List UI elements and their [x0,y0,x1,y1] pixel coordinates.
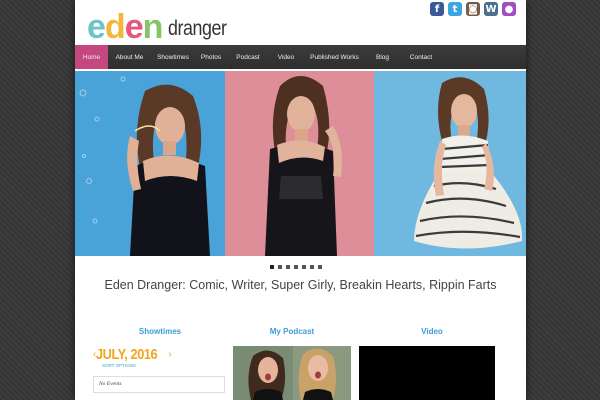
hero-photo-2 [225,71,374,256]
calendar-next-icon[interactable]: › [168,349,171,360]
slider-dot[interactable] [310,265,314,269]
main-nav: Home About Me Showtimes Photos Podcast Video P… [75,45,526,69]
page-background-left [0,0,75,400]
site-tagline: Eden Dranger: Comic, Writer, Super Girly… [104,278,497,292]
no-events-box: No Events [93,376,225,393]
slider-pagination [270,265,322,269]
site-page: eden dranger f t ◙ W ● Home About Me Showtimes… [75,0,526,400]
calendar-month: JULY, 2016 [96,346,158,363]
logo-dranger: dranger [168,17,227,40]
logo-letter: n [142,8,164,46]
site-header: eden dranger f t ◙ W ● [75,0,526,45]
nav-item-podcast[interactable]: Podcast [227,45,269,69]
video-heading[interactable]: Video [372,327,492,336]
social-icons: f t ◙ W ● [430,2,516,16]
hero-slider[interactable] [75,71,526,256]
podcast-icon[interactable]: ● [502,2,516,16]
showtimes-heading[interactable]: Showtimes [100,327,220,336]
nav-item-about-me[interactable]: About Me [108,45,151,69]
facebook-icon[interactable]: f [430,2,444,16]
wordpress-icon[interactable]: W [484,2,498,16]
sort-options-link[interactable]: SORT OPTIONS [102,363,136,368]
calendar-header: ‹ JULY, 2016 › [93,346,172,363]
video-player[interactable] [359,346,495,400]
slider-dot[interactable] [302,265,306,269]
site-logo[interactable]: eden dranger [87,6,237,44]
logo-letter: e [87,8,106,46]
slider-dot[interactable] [318,265,322,269]
page-background-right [526,0,600,400]
nav-item-video[interactable]: Video [269,45,303,69]
instagram-icon[interactable]: ◙ [466,2,480,16]
nav-item-published-works[interactable]: Published Works [303,45,366,69]
logo-eden: eden [87,8,164,46]
slider-dot[interactable] [270,265,274,269]
hero-photo-1 [75,71,225,256]
nav-item-home[interactable]: Home [75,45,108,69]
logo-letter: e [124,8,144,46]
hero-photo-3 [374,71,526,256]
nav-item-showtimes[interactable]: Showtimes [151,45,195,69]
nav-item-contact[interactable]: Contact [399,45,443,69]
slider-dot[interactable] [278,265,282,269]
slider-dot[interactable] [294,265,298,269]
nav-item-blog[interactable]: Blog [366,45,399,69]
podcast-heading[interactable]: My Podcast [232,327,352,336]
slider-dot[interactable] [286,265,290,269]
twitter-icon[interactable]: t [448,2,462,16]
logo-letter: d [104,8,126,46]
nav-item-photos[interactable]: Photos [195,45,227,69]
podcast-thumbnail[interactable] [233,346,351,400]
